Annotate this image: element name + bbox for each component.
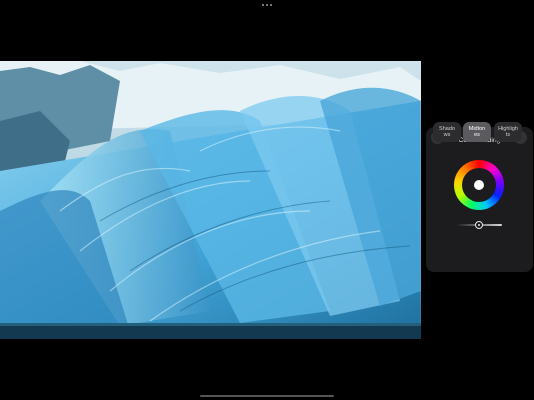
segment-shadows-button[interactable]: Shado ws — [433, 122, 461, 142]
photo-canvas[interactable] — [0, 61, 421, 339]
segment-midtones-button[interactable]: Midton es — [463, 122, 491, 142]
color-grading-panel: Color Grading ✕ ✓ — [426, 127, 533, 272]
home-indicator[interactable] — [200, 395, 334, 397]
luminance-slider[interactable] — [456, 221, 502, 229]
glacier-photo — [0, 61, 421, 339]
segment-highlights-button[interactable]: Highligh ts — [494, 122, 522, 142]
multitasking-menu-icon[interactable] — [262, 4, 272, 6]
color-wheel[interactable] — [454, 160, 504, 210]
screen: Color Grading ✕ ✓ Shado ws Midton es Hig… — [0, 0, 534, 400]
luminance-slider-thumb[interactable] — [475, 221, 483, 229]
color-wheel-knob[interactable] — [474, 180, 484, 190]
